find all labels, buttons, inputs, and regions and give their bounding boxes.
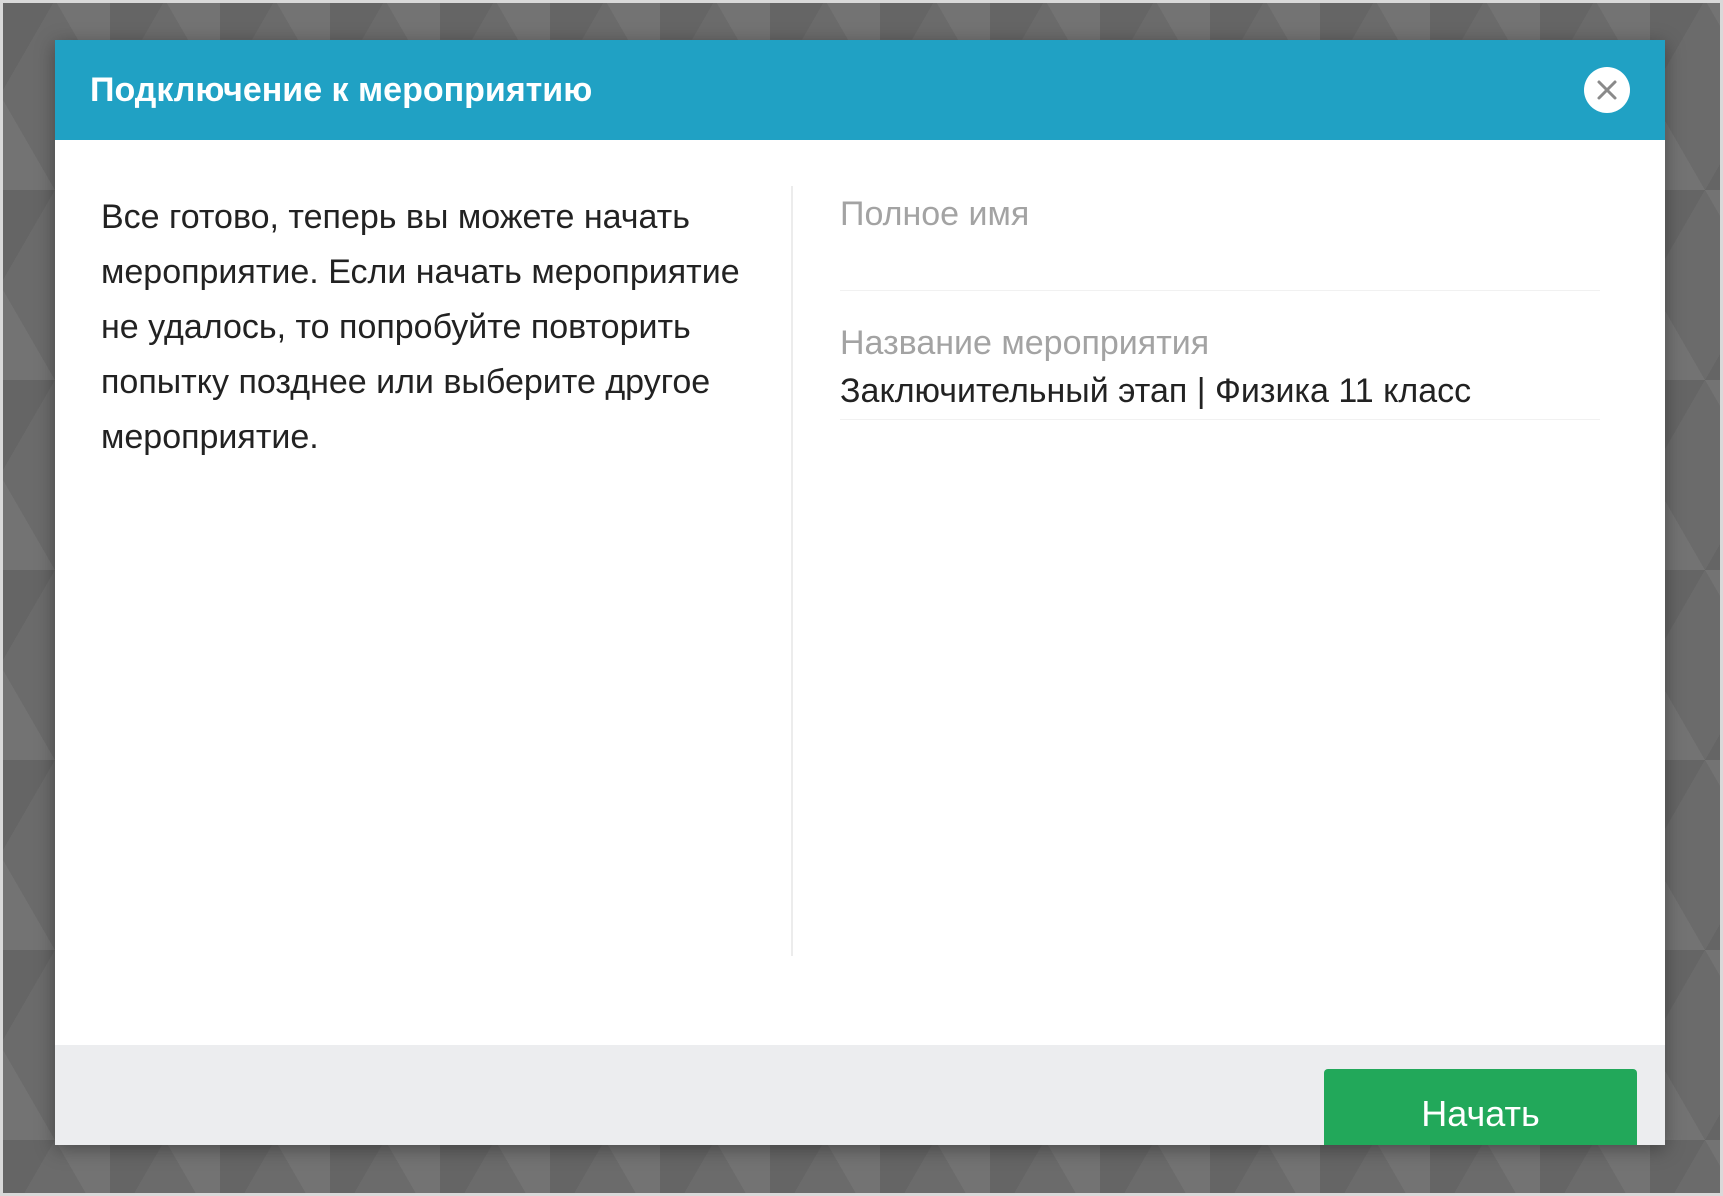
- dialog-title: Подключение к мероприятию: [90, 71, 593, 109]
- full-name-field: Полное имя: [840, 190, 1600, 291]
- start-button[interactable]: Начать: [1324, 1069, 1637, 1145]
- dialog-header: Подключение к мероприятию: [55, 40, 1665, 140]
- dialog-body: Все готово, теперь вы можете начать меро…: [55, 140, 1665, 1045]
- column-divider: [791, 186, 793, 956]
- full-name-underline: [840, 290, 1600, 291]
- close-icon: [1597, 80, 1617, 100]
- event-name-field: Название мероприятия Заключительный этап…: [840, 319, 1600, 420]
- event-details: Полное имя Название мероприятия Заключит…: [840, 186, 1600, 420]
- event-name-label: Название мероприятия: [840, 324, 1210, 362]
- dialog-footer: Начать: [55, 1045, 1665, 1145]
- status-message: Все готово, теперь вы можете начать меро…: [101, 198, 740, 456]
- event-name-value: Заключительный этап | Физика 11 класс: [840, 372, 1472, 410]
- connect-event-dialog: Подключение к мероприятию Все готово, те…: [55, 40, 1665, 1145]
- full-name-value: [840, 238, 1600, 286]
- full-name-label: Полное имя: [840, 195, 1030, 233]
- close-button[interactable]: [1584, 67, 1630, 113]
- event-name-underline: [840, 419, 1600, 420]
